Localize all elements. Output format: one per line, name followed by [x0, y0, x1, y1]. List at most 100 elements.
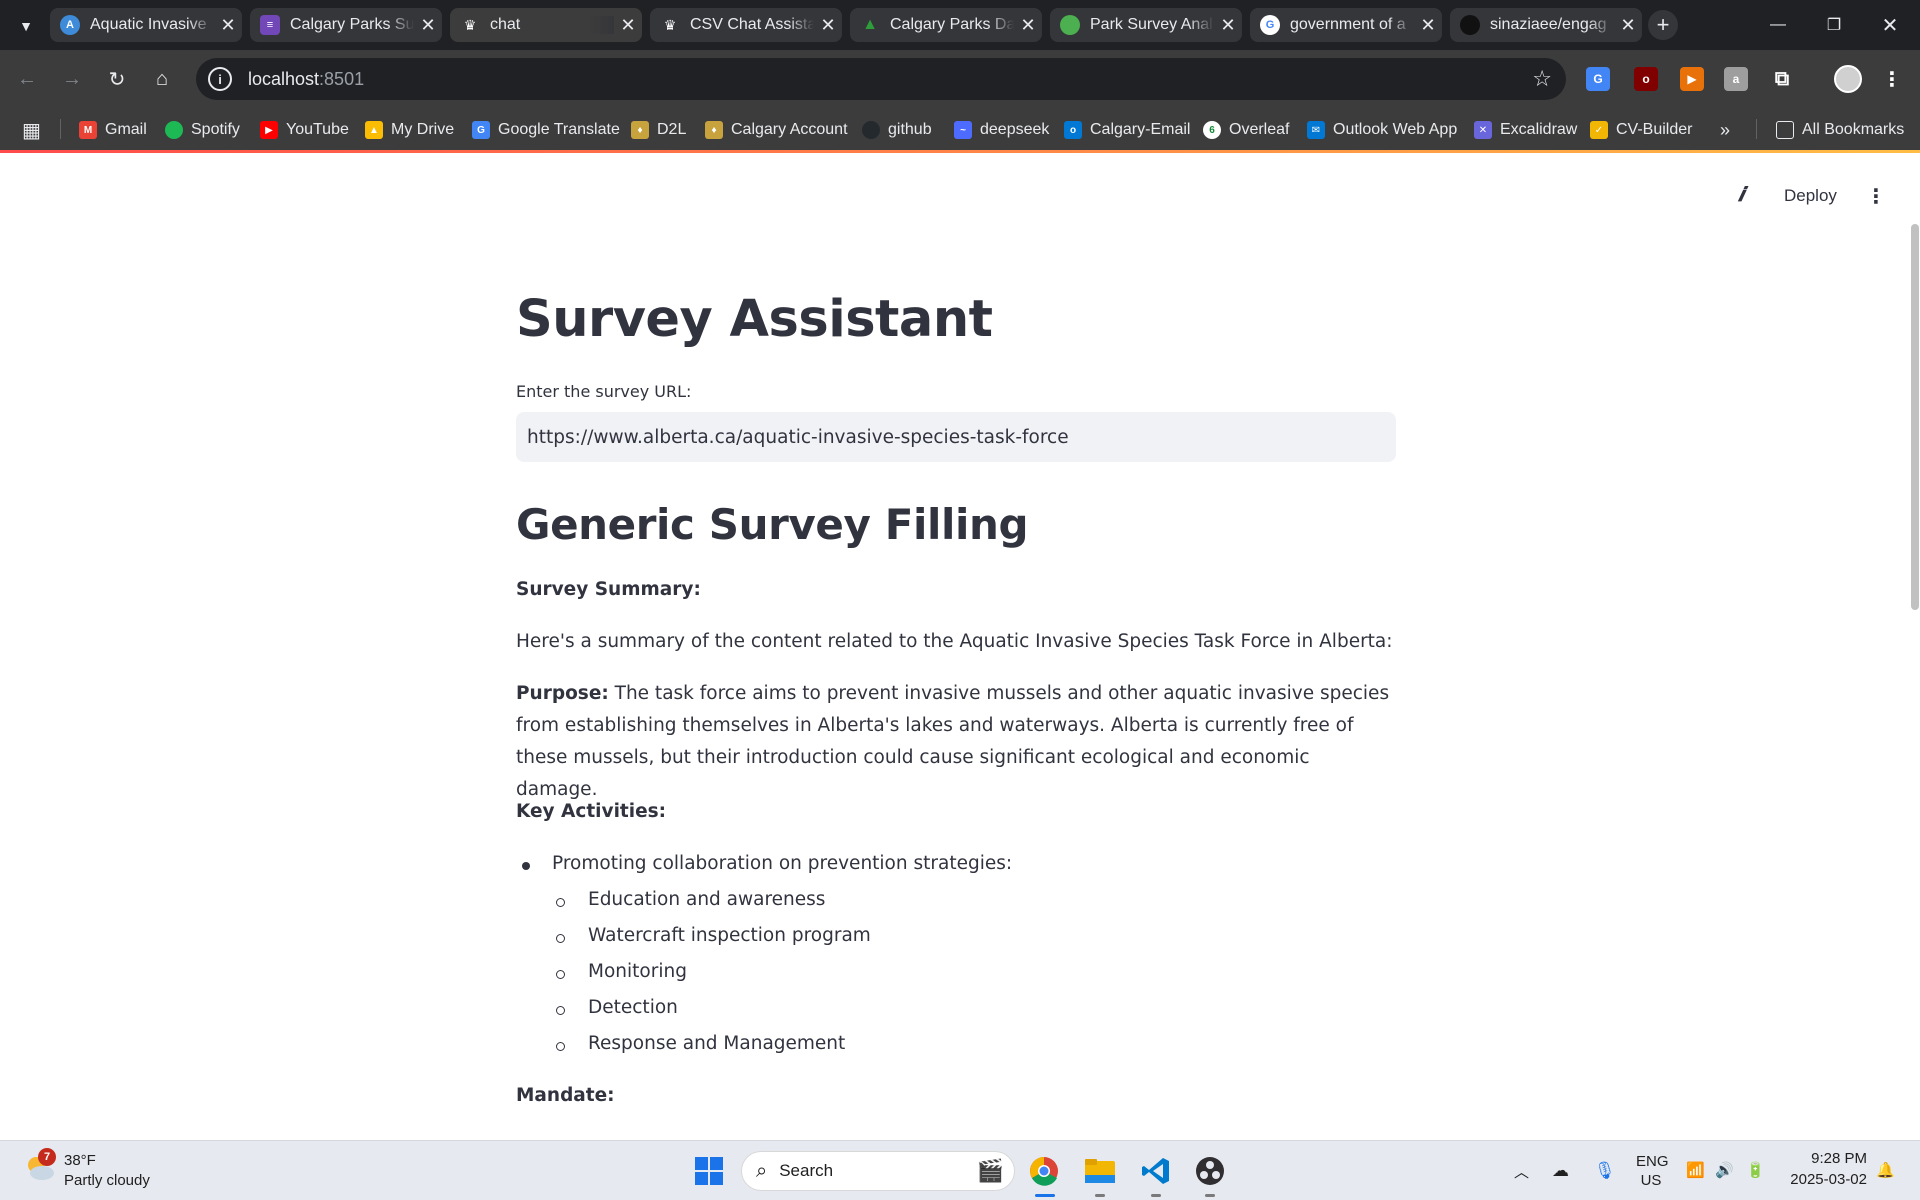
page-scrollbar[interactable]: [1911, 224, 1919, 610]
extension-icon[interactable]: ▶: [1680, 67, 1704, 91]
bookmark-spotify[interactable]: Spotify: [165, 119, 240, 141]
extension-icon[interactable]: a: [1724, 67, 1748, 91]
survey-url-label: Enter the survey URL:: [516, 382, 692, 401]
bookmark-github[interactable]: github: [862, 119, 932, 141]
tab-google-search[interactable]: G government of a ✕: [1250, 8, 1442, 42]
home-icon[interactable]: ⌂: [145, 62, 179, 96]
summary-intro: Here's a summary of the content related …: [516, 631, 1393, 652]
close-icon[interactable]: ✕: [414, 15, 442, 36]
crown-favicon: ♛: [663, 16, 677, 33]
reload-icon[interactable]: ↻: [100, 62, 134, 96]
input-language-indicator[interactable]: ENG US: [1636, 1152, 1669, 1190]
tray-overflow-chevron-icon[interactable]: ︿: [1514, 1161, 1529, 1182]
bookmark-overleaf[interactable]: 6 Overleaf: [1203, 119, 1289, 141]
bookmark-cv-builder[interactable]: ✓ CV-Builder: [1590, 119, 1692, 141]
profile-avatar[interactable]: [1834, 65, 1862, 93]
google-translate-extension-icon[interactable]: G: [1586, 67, 1610, 91]
spotify-icon: [165, 121, 183, 139]
clock-date[interactable]: 2025-03-02: [1775, 1171, 1867, 1188]
file-explorer-icon[interactable]: [1080, 1151, 1120, 1191]
bookmark-my-drive[interactable]: ▲ My Drive: [365, 119, 454, 141]
tab-title: government of a: [1290, 16, 1414, 34]
windows-taskbar: 7 38°F Partly cloudy ⌕ Search 🎬 ︿ ☁ 🎙 EN…: [0, 1140, 1920, 1200]
bookmark-calgary-account[interactable]: ♦ Calgary Account: [705, 119, 848, 141]
close-icon[interactable]: ✕: [1214, 15, 1242, 36]
tab-calgary-parks-data[interactable]: ▲ Calgary Parks Da ✕: [850, 8, 1042, 42]
tab-aquatic-invasive[interactable]: A Aquatic Invasive ✕: [50, 8, 242, 42]
address-url[interactable]: localhost:8501: [248, 69, 364, 90]
weather-temperature[interactable]: 38°F: [64, 1152, 96, 1169]
site-info-icon[interactable]: i: [208, 67, 232, 91]
outlook-icon: o: [1064, 121, 1082, 139]
vscode-icon[interactable]: [1136, 1151, 1176, 1191]
back-arrow-icon[interactable]: ←: [10, 62, 44, 96]
bookmark-excalidraw[interactable]: ✕ Excalidraw: [1474, 119, 1577, 141]
running-status-icon[interactable]: 𝒊: [1738, 184, 1744, 207]
more-bookmarks-chevron-icon[interactable]: »: [1720, 119, 1730, 141]
battery-icon[interactable]: 🔋: [1746, 1161, 1765, 1179]
extensions-puzzle-icon[interactable]: ⧉: [1770, 67, 1794, 91]
forward-arrow-icon[interactable]: →: [55, 62, 89, 96]
close-icon[interactable]: ✕: [1614, 15, 1642, 36]
close-icon[interactable]: ✕: [1014, 15, 1042, 36]
volume-icon[interactable]: 🔊: [1715, 1161, 1734, 1179]
all-bookmarks-folder[interactable]: All Bookmarks: [1776, 119, 1904, 141]
running-app-indicator: [1205, 1194, 1215, 1197]
list-item: Detection: [588, 997, 678, 1018]
apps-grid-icon[interactable]: ▦: [22, 119, 41, 142]
ublock-extension-icon[interactable]: o: [1634, 67, 1658, 91]
bookmark-calgary-email[interactable]: o Calgary-Email: [1064, 119, 1190, 141]
running-app-indicator: [1095, 1194, 1105, 1197]
clock-time[interactable]: 9:28 PM: [1775, 1150, 1867, 1167]
new-tab-button[interactable]: +: [1648, 10, 1678, 40]
notifications-bell-icon[interactable]: 🔔: [1876, 1161, 1895, 1179]
google-favicon: G: [1260, 15, 1280, 35]
chrome-taskbar-icon[interactable]: [1024, 1151, 1064, 1191]
wifi-icon[interactable]: 📶: [1686, 1161, 1705, 1179]
streamlit-decoration-bar: [0, 150, 1920, 153]
bookmark-google-translate[interactable]: G Google Translate: [472, 119, 620, 141]
close-icon[interactable]: ✕: [614, 15, 642, 36]
close-icon[interactable]: ✕: [214, 15, 242, 36]
shield-crest-icon: ♦: [705, 121, 723, 139]
bookmark-youtube[interactable]: ▶ YouTube: [260, 119, 349, 141]
onedrive-offline-icon[interactable]: ☁: [1552, 1161, 1569, 1181]
list-bullet: [556, 934, 565, 943]
forms-favicon: ≡: [260, 15, 280, 35]
drive-icon: ▲: [365, 121, 383, 139]
deploy-button[interactable]: Deploy: [1784, 186, 1837, 206]
excalidraw-icon: ✕: [1474, 121, 1492, 139]
microphone-icon[interactable]: 🎙: [1594, 1161, 1616, 1181]
windows-start-icon[interactable]: [689, 1151, 729, 1191]
obs-studio-icon[interactable]: [1190, 1151, 1230, 1191]
address-bar[interactable]: i localhost:8501 ☆: [196, 58, 1566, 100]
bookmark-d2l[interactable]: ♦ D2L: [631, 119, 686, 141]
list-bullet: [556, 1006, 565, 1015]
bookmark-gmail[interactable]: M Gmail: [79, 119, 147, 141]
close-icon[interactable]: ✕: [1414, 15, 1442, 36]
app-menu-icon[interactable]: ⋮: [1866, 184, 1886, 209]
list-item: Promoting collaboration on prevention st…: [552, 853, 1013, 874]
bookmark-outlook-web-app[interactable]: ✉ Outlook Web App: [1307, 119, 1457, 141]
weather-description[interactable]: Partly cloudy: [64, 1172, 150, 1189]
tab-search-chevron-icon[interactable]: ▼: [12, 12, 40, 40]
tab-park-survey-analysis[interactable]: Park Survey Anal ✕: [1050, 8, 1242, 42]
close-icon[interactable]: ✕: [814, 15, 842, 36]
tab-csv-chat-assistant[interactable]: ♛ CSV Chat Assista ✕: [650, 8, 842, 42]
running-app-indicator: [1151, 1194, 1161, 1197]
window-close-icon[interactable]: ✕: [1862, 0, 1918, 50]
taskbar-search-box[interactable]: ⌕ Search 🎬: [741, 1151, 1015, 1191]
minimize-icon[interactable]: —: [1750, 0, 1806, 50]
tab-github-repo[interactable]: sinaziaee/engag ✕: [1450, 8, 1642, 42]
restore-icon[interactable]: ❐: [1806, 0, 1862, 50]
browser-menu-icon[interactable]: ⋮: [1880, 67, 1904, 91]
bookmark-deepseek[interactable]: ~ deepseek: [954, 119, 1049, 141]
tab-chat[interactable]: ♛ chat ✕: [450, 8, 642, 42]
survey-url-input[interactable]: https://www.alberta.ca/aquatic-invasive-…: [516, 412, 1396, 462]
bookmark-star-icon[interactable]: ☆: [1532, 66, 1552, 92]
overleaf-icon: 6: [1203, 121, 1221, 139]
active-app-indicator: [1035, 1194, 1055, 1197]
tab-title: Calgary Parks Su: [290, 16, 414, 34]
tree-favicon: [1060, 15, 1080, 35]
tab-calgary-parks-survey[interactable]: ≡ Calgary Parks Su ✕: [250, 8, 442, 42]
